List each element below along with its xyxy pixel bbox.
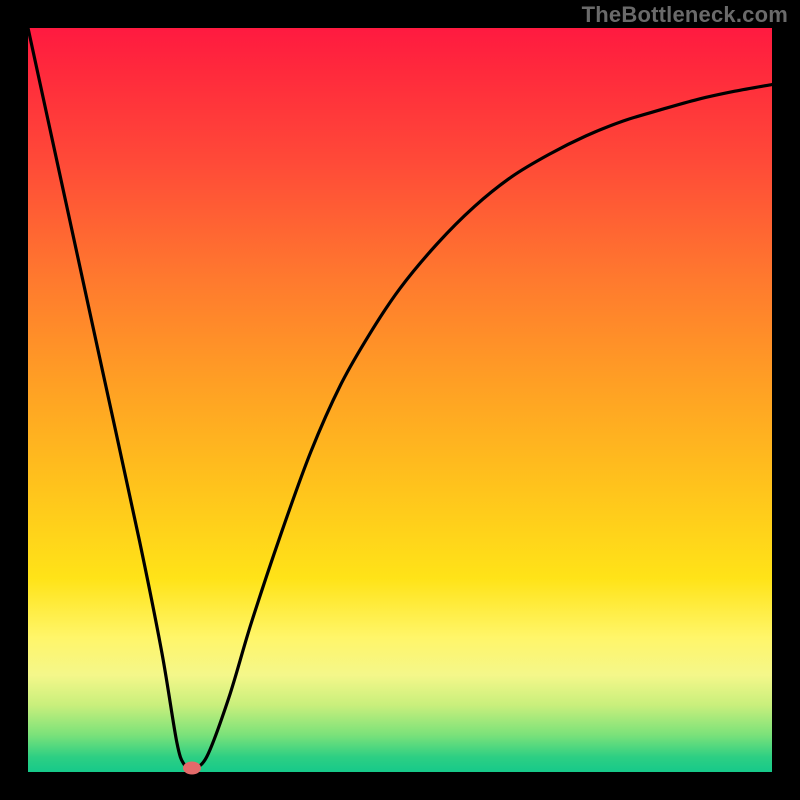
curve-svg (28, 28, 772, 772)
watermark-text: TheBottleneck.com (582, 2, 788, 28)
optimum-marker (183, 762, 201, 775)
bottleneck-curve-path (28, 28, 772, 769)
plot-area (28, 28, 772, 772)
chart-frame: TheBottleneck.com (0, 0, 800, 800)
